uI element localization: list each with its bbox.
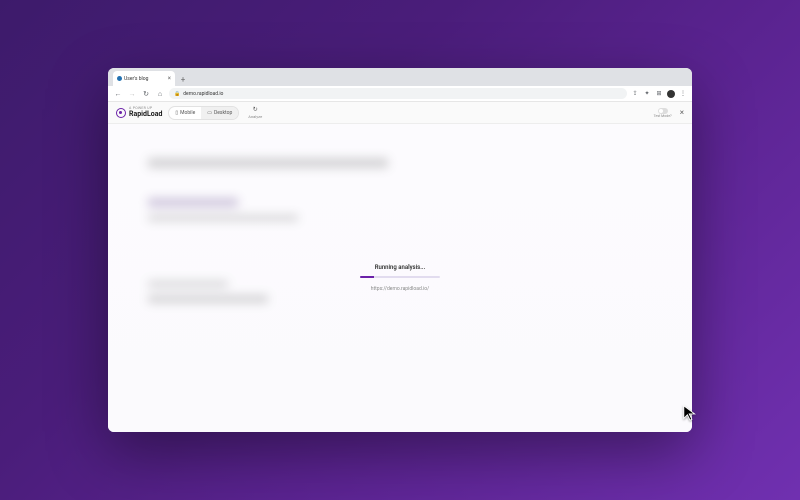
tab-desktop[interactable]: ▭ Desktop xyxy=(201,107,238,119)
loading-panel: Running analysis... https://demo.rapidlo… xyxy=(360,264,440,292)
analyze-label: Analyze xyxy=(248,114,262,119)
new-tab-button[interactable]: + xyxy=(177,73,189,85)
brand-name: RapidLoad xyxy=(129,111,162,118)
refresh-icon: ↻ xyxy=(253,106,258,113)
progress-bar xyxy=(360,276,440,278)
rapidload-logo-icon xyxy=(116,108,126,118)
browser-menu-icon[interactable]: ⋮ xyxy=(679,90,687,98)
desktop-icon: ▭ xyxy=(207,110,212,116)
test-mode-label: Test Mode? xyxy=(654,114,672,118)
address-bar: ← → ↻ ⌂ 🔒 demo.rapidload.io ⇪ ✦ ⊞ ⋮ xyxy=(108,86,692,102)
tab-close-icon[interactable]: × xyxy=(168,75,171,82)
app-toolbar: A POWER UP RapidLoad ▯ Mobile ▭ Desktop … xyxy=(108,102,692,124)
toggle-icon xyxy=(658,108,668,114)
profile-avatar[interactable] xyxy=(667,90,675,98)
loading-status-text: Running analysis... xyxy=(375,264,426,271)
tab-mobile[interactable]: ▯ Mobile xyxy=(169,107,201,119)
browser-window: User's blog × + ← → ↻ ⌂ 🔒 demo.rapidload… xyxy=(108,68,692,432)
test-mode-toggle[interactable]: Test Mode? xyxy=(654,108,672,118)
puzzle-icon[interactable]: ⊞ xyxy=(655,90,663,98)
extensions-icon[interactable]: ✦ xyxy=(643,90,651,98)
brand-logo[interactable]: A POWER UP RapidLoad xyxy=(116,107,162,118)
mobile-icon: ▯ xyxy=(175,110,178,116)
forward-button[interactable]: → xyxy=(127,89,137,99)
back-button[interactable]: ← xyxy=(113,89,123,99)
address-field[interactable]: 🔒 demo.rapidload.io xyxy=(169,88,627,99)
progress-fill xyxy=(360,276,374,278)
home-button[interactable]: ⌂ xyxy=(155,89,165,99)
device-tab-group: ▯ Mobile ▭ Desktop xyxy=(168,106,239,120)
content-area: Running analysis... https://demo.rapidlo… xyxy=(108,124,692,432)
close-panel-button[interactable]: × xyxy=(680,108,684,117)
tab-mobile-label: Mobile xyxy=(180,110,195,116)
share-icon[interactable]: ⇪ xyxy=(631,90,639,98)
tab-strip: User's blog × + xyxy=(108,68,692,86)
toolbar-right: Test Mode? × xyxy=(654,108,684,118)
wordpress-favicon xyxy=(117,76,122,81)
url-text: demo.rapidload.io xyxy=(183,91,223,97)
tab-desktop-label: Desktop xyxy=(214,110,232,116)
browser-tab[interactable]: User's blog × xyxy=(113,71,175,86)
loading-target-url: https://demo.rapidload.io/ xyxy=(371,286,429,292)
analyze-button[interactable]: ↻ Analyze xyxy=(248,106,262,119)
lock-icon: 🔒 xyxy=(174,91,180,97)
toolbar-extension-area: ⇪ ✦ ⊞ ⋮ xyxy=(631,90,687,98)
reload-button[interactable]: ↻ xyxy=(141,89,151,99)
tab-title: User's blog xyxy=(124,76,166,82)
